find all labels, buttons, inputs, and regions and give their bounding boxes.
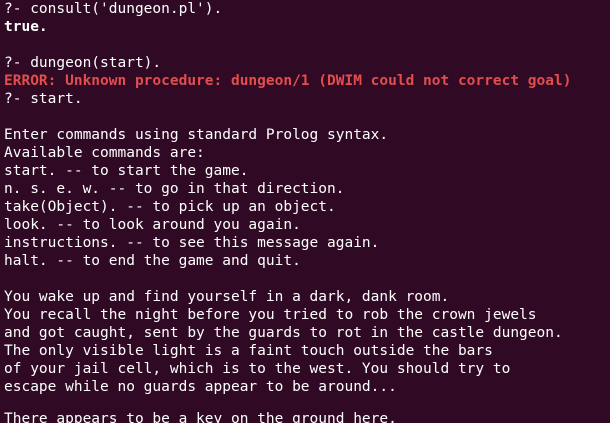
terminal-line: n. s. e. w. -- to go in that direction. [4,181,345,197]
terminal-line: start. -- to start the game. [4,163,249,179]
terminal-output: ?- consult('dungeon.pl'). true. ?- dungeon… [4,0,571,414]
terminal-line: ?- consult('dungeon.pl'). [4,1,223,17]
terminal-line: You recall the night before you tried to… [4,307,537,323]
terminal-line: look. -- to look around you again. [4,217,301,233]
terminal-line: Enter commands using standard Prolog syn… [4,127,389,143]
terminal-line: Available commands are: [4,145,205,161]
terminal-line: true. [4,19,48,35]
error-message: ERROR: Unknown procedure: dungeon/1 (DWI… [4,73,572,89]
terminal-line: and got caught, sent by the guards to ro… [4,325,563,341]
terminal-line: take(Object). -- to pick up an object. [4,199,336,215]
terminal-line: The only visible light is a faint touch … [4,343,493,359]
terminal-line: halt. -- to end the game and quit. [4,253,301,269]
terminal-line-clipped: There appears to be a key on the ground … [4,411,397,423]
terminal-line: You wake up and find yourself in a dark,… [4,289,450,305]
terminal-line: ?- start. [4,91,83,107]
terminal-line: ?- dungeon(start). [4,55,162,71]
terminal-line: escape while no guards appear to be arou… [4,379,397,395]
terminal-line: instructions. -- to see this message aga… [4,235,380,251]
terminal-line: of your jail cell, which is to the west.… [4,361,511,377]
terminal-window[interactable]: ?- consult('dungeon.pl'). true. ?- dungeon… [0,0,610,423]
